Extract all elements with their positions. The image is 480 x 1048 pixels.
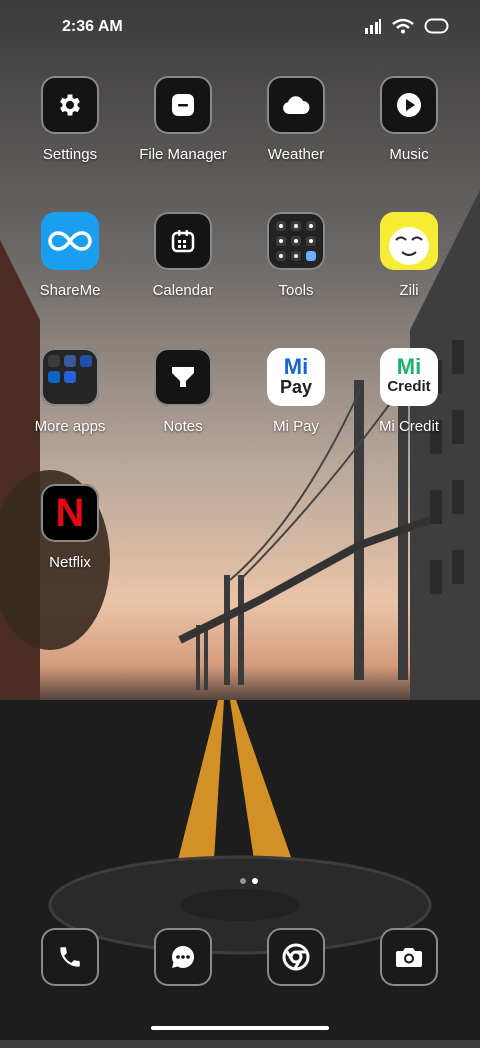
app-label: ShareMe [39, 282, 101, 299]
app-notes[interactable]: Notes [127, 348, 239, 468]
app-label: File Manager [139, 146, 227, 163]
app-settings[interactable]: Settings [14, 76, 126, 196]
dock-chrome[interactable] [240, 928, 352, 1048]
app-mi-credit[interactable]: Mi Credit Mi Credit [353, 348, 465, 468]
app-label: More apps [34, 418, 106, 435]
zili-face-icon [380, 212, 438, 270]
app-music[interactable]: Music [353, 76, 465, 196]
chrome-icon [267, 928, 325, 986]
app-label: Settings [42, 146, 98, 163]
notes-icon [154, 348, 212, 406]
app-netflix[interactable]: N Netflix [14, 484, 126, 604]
status-icons [364, 18, 450, 34]
dock-camera[interactable] [353, 928, 465, 1048]
mi-credit-icon: Mi Credit [380, 348, 438, 406]
gear-icon [41, 76, 99, 134]
app-label: Tools [278, 282, 314, 299]
app-label: Mi Pay [273, 418, 319, 435]
app-label: Netflix [49, 554, 91, 571]
folder-icon [154, 76, 212, 134]
app-label: Weather [267, 146, 325, 163]
home-gesture-bar[interactable] [151, 1026, 329, 1030]
battery-icon [424, 18, 449, 34]
app-label: Calendar [152, 282, 214, 299]
status-bar: 2:36 AM [0, 0, 480, 56]
dock-phone[interactable] [14, 928, 126, 1048]
app-file-manager[interactable]: File Manager [127, 76, 239, 196]
dock-messaging[interactable] [127, 928, 239, 1048]
signal-icon [365, 19, 381, 34]
mi-pay-icon: Mi Pay [267, 348, 325, 406]
camera-icon [380, 928, 438, 986]
netflix-icon: N [41, 484, 99, 542]
app-calendar[interactable]: Calendar [127, 212, 239, 332]
page-dot [240, 878, 246, 884]
app-label: Notes [163, 418, 203, 435]
app-label: Zili [399, 282, 419, 299]
mi-credit-mi-text: Mi [396, 354, 422, 379]
calendar-icon [154, 212, 212, 270]
folder-more-apps[interactable]: More apps [14, 348, 126, 468]
app-label: Music [389, 146, 429, 163]
mi-pay-mi-text: Mi [283, 354, 309, 379]
folder-grid-icon [41, 348, 99, 406]
app-weather[interactable]: Weather [240, 76, 352, 196]
app-shareme[interactable]: ShareMe [14, 212, 126, 332]
status-time: 2:36 AM [62, 18, 123, 35]
mi-pay-pay-text: Pay [279, 377, 313, 397]
play-icon [380, 76, 438, 134]
app-zili[interactable]: Zili [353, 212, 465, 332]
message-icon [154, 928, 212, 986]
mi-credit-credit-text: Credit [387, 378, 431, 395]
cloud-icon [267, 76, 325, 134]
phone-icon [41, 928, 99, 986]
wifi-icon [392, 18, 414, 34]
page-indicator [240, 878, 258, 884]
app-mi-pay[interactable]: Mi Pay Mi Pay [240, 348, 352, 468]
app-label: Mi Credit [378, 418, 439, 435]
tools-grid-icon [267, 212, 325, 270]
netflix-n-text: N [55, 490, 85, 535]
infinity-icon [41, 212, 99, 270]
page-dot-active [252, 878, 258, 884]
app-tools[interactable]: Tools [240, 212, 352, 332]
